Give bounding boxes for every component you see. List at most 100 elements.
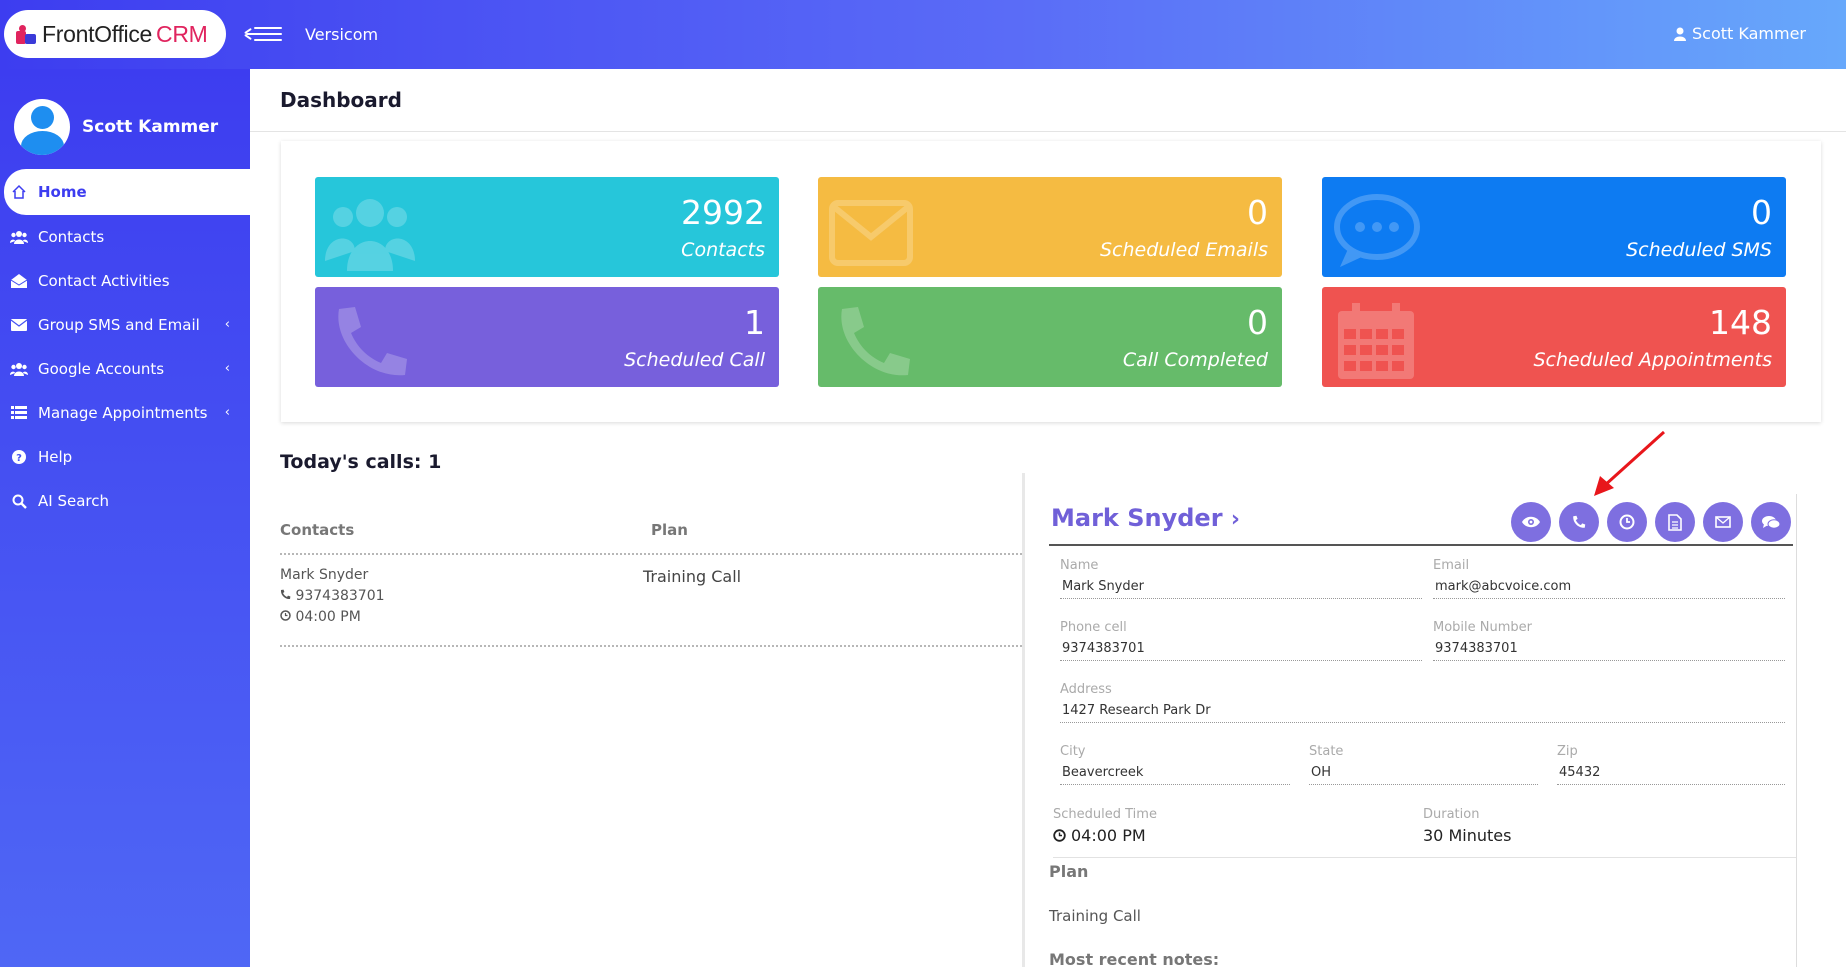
app-logo[interactable]: FrontOffice CRM	[4, 10, 226, 58]
chevron-left-icon: ‹	[224, 317, 230, 332]
calls-table: Contacts Plan Mark Snyder 9374383701 04:…	[280, 505, 1022, 647]
mobile-number-value[interactable]: 9374383701	[1433, 637, 1785, 661]
chevron-right-icon: ›	[1230, 507, 1240, 532]
address-value[interactable]: 1427 Research Park Dr	[1060, 699, 1785, 723]
users-icon	[10, 228, 28, 246]
stat-value: 148	[1709, 303, 1772, 342]
company-name: Versicom	[305, 25, 379, 44]
field-phone-cell: Phone cell 9374383701	[1060, 620, 1422, 661]
stat-value: 1	[744, 303, 765, 342]
todays-calls-title: Today's calls: 1	[280, 451, 442, 473]
sidebar-item-group-sms-email[interactable]: Group SMS and Email ‹	[0, 303, 250, 347]
sidebar-item-contacts[interactable]: Contacts	[0, 215, 250, 259]
field-mobile-number: Mobile Number 9374383701	[1433, 620, 1785, 661]
state-value[interactable]: OH	[1309, 761, 1538, 785]
phone-icon	[338, 307, 407, 376]
field-scheduled-time: Scheduled Time 04:00 PM	[1053, 807, 1157, 845]
stat-label: Scheduled Call	[624, 349, 765, 371]
top-header: FrontOffice CRM Versicom Scott Kammer	[0, 0, 1846, 69]
list-icon	[10, 404, 28, 422]
stat-card-scheduled-call[interactable]: 1 Scheduled Call	[315, 287, 779, 387]
zip-value[interactable]: 45432	[1557, 761, 1785, 785]
city-value[interactable]: Beavercreek	[1060, 761, 1290, 785]
call-contact-name[interactable]: Mark Snyder	[280, 567, 368, 583]
sidebar-item-ai-search[interactable]: AI Search	[0, 479, 250, 523]
sidebar-item-help[interactable]: ? Help	[0, 435, 250, 479]
stat-value: 0	[1751, 193, 1772, 232]
comments-icon	[1334, 194, 1420, 267]
stat-card-scheduled-appointments[interactable]: 148 Scheduled Appointments	[1322, 287, 1786, 387]
sidebar-item-label: Group SMS and Email	[38, 316, 200, 334]
users-icon	[10, 360, 28, 378]
home-icon	[10, 183, 28, 201]
user-icon	[1674, 27, 1687, 41]
stat-card-scheduled-sms[interactable]: 0 Scheduled SMS	[1322, 177, 1786, 277]
avatar	[14, 99, 70, 155]
sidebar: Scott Kammer Home Contacts Contact Activ…	[0, 69, 250, 967]
stat-card-contacts[interactable]: 2992 Contacts	[315, 177, 779, 277]
contact-name-link[interactable]: Mark Snyder ›	[1051, 504, 1240, 532]
stat-card-call-completed[interactable]: 0 Call Completed	[818, 287, 1282, 387]
sidebar-item-manage-appointments[interactable]: Manage Appointments ‹	[0, 391, 250, 435]
user-name: Scott Kammer	[1692, 24, 1806, 43]
envelope-icon	[10, 316, 28, 334]
sidebar-item-contact-activities[interactable]: Contact Activities	[0, 259, 250, 303]
page-title: Dashboard	[280, 88, 402, 112]
email-button[interactable]	[1703, 502, 1743, 542]
field-duration: Duration 30 Minutes	[1423, 807, 1512, 845]
calls-table-header: Contacts Plan	[280, 505, 1022, 555]
contact-action-buttons	[1511, 502, 1791, 542]
sidebar-toggle-button[interactable]	[244, 24, 282, 44]
contact-detail-header: Mark Snyder ›	[1049, 494, 1793, 546]
email-value[interactable]: mark@abcvoice.com	[1433, 575, 1785, 599]
sidebar-item-google-accounts[interactable]: Google Accounts ‹	[0, 347, 250, 391]
phone-icon	[841, 307, 910, 376]
sidebar-item-label: Google Accounts	[38, 360, 165, 378]
field-zip: Zip 45432	[1557, 744, 1785, 785]
annotation-arrow	[1594, 430, 1666, 496]
field-state: State OH	[1309, 744, 1538, 785]
contact-detail-panel: Mark Snyder › Name Mark Snyder Email mar…	[1049, 494, 1797, 967]
sidebar-item-label: Home	[38, 183, 87, 201]
clock-icon	[1619, 514, 1635, 530]
field-name: Name Mark Snyder	[1060, 558, 1422, 599]
stat-label: Scheduled SMS	[1626, 239, 1772, 261]
sidebar-item-home[interactable]: Home	[4, 169, 250, 215]
document-icon	[1668, 513, 1682, 531]
plan-value: Training Call	[1049, 907, 1141, 925]
user-menu[interactable]: Scott Kammer	[1674, 24, 1806, 43]
eye-icon	[1522, 516, 1540, 528]
sidebar-item-label: AI Search	[38, 492, 109, 510]
stat-value: 2992	[681, 193, 765, 232]
stat-card-scheduled-emails[interactable]: 0 Scheduled Emails	[818, 177, 1282, 277]
stat-label: Scheduled Emails	[1099, 239, 1268, 261]
svg-text:?: ?	[16, 453, 22, 464]
notes-button[interactable]	[1655, 502, 1695, 542]
call-button[interactable]	[1559, 502, 1599, 542]
scheduled-time-value: 04:00 PM	[1071, 826, 1146, 845]
sms-button[interactable]	[1751, 502, 1791, 542]
search-icon	[10, 492, 28, 510]
column-header-contacts: Contacts	[280, 521, 355, 539]
view-button[interactable]	[1511, 502, 1551, 542]
phone-cell-value[interactable]: 9374383701	[1060, 637, 1422, 661]
logo-text: FrontOffice CRM	[42, 20, 208, 47]
stat-value: 0	[1247, 193, 1268, 232]
phone-icon	[280, 589, 291, 600]
question-icon: ?	[10, 448, 28, 466]
sidebar-item-label: Help	[38, 448, 73, 466]
page-header: Dashboard	[250, 69, 1846, 132]
field-address: Address 1427 Research Park Dr	[1060, 682, 1785, 723]
sidebar-nav: Home Contacts Contact Activities Group S…	[0, 169, 250, 523]
table-row[interactable]: Mark Snyder 9374383701 04:00 PM Training…	[280, 555, 1022, 647]
sidebar-profile[interactable]: Scott Kammer	[14, 99, 218, 155]
plan-label: Plan	[1049, 862, 1089, 881]
stat-label: Call Completed	[1122, 349, 1268, 371]
stats-panel: 2992 Contacts 0 Scheduled Emails 0 Sched…	[281, 141, 1821, 422]
schedule-button[interactable]	[1607, 502, 1647, 542]
detail-separator	[1053, 857, 1796, 858]
call-time: 04:00 PM	[280, 609, 361, 625]
panel-divider	[1022, 473, 1025, 967]
sidebar-item-label: Manage Appointments	[38, 404, 208, 422]
name-value[interactable]: Mark Snyder	[1060, 575, 1422, 599]
